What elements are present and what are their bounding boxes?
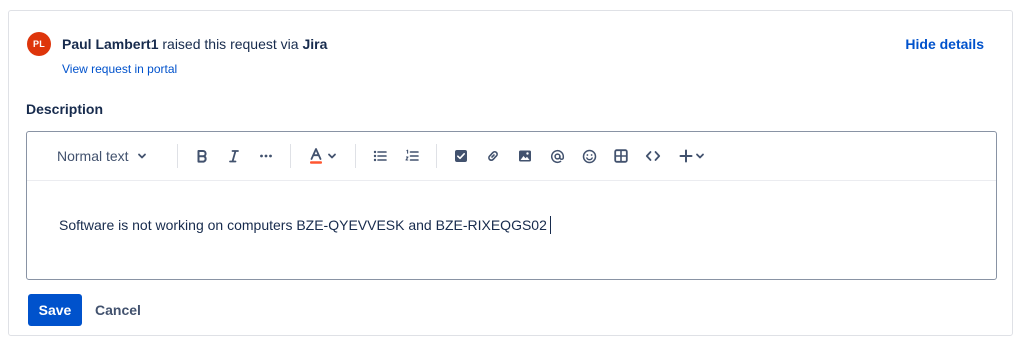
code-icon[interactable] — [641, 144, 665, 168]
channel-name: Jira — [302, 36, 328, 52]
raised-text: raised this request via — [158, 36, 303, 52]
description-label: Description — [26, 101, 104, 117]
chevron-down-icon — [327, 153, 336, 159]
editor-content[interactable]: Software is not working on computers BZE… — [59, 216, 551, 234]
text-cursor — [549, 216, 551, 234]
emoji-icon[interactable] — [577, 144, 601, 168]
table-icon[interactable] — [609, 144, 633, 168]
chevron-down-icon — [137, 153, 146, 159]
reporter-name[interactable]: Paul Lambert1 — [62, 36, 158, 52]
numbered-list-icon[interactable] — [400, 144, 424, 168]
insert-icon[interactable] — [675, 144, 709, 168]
chevron-down-icon — [696, 153, 704, 159]
bold-icon[interactable] — [190, 144, 214, 168]
italic-icon[interactable] — [222, 144, 246, 168]
toolbar-divider — [436, 144, 437, 168]
reporter-avatar[interactable]: PL — [27, 32, 51, 56]
text-style-label: Normal text — [57, 148, 129, 164]
request-details-card: PL Paul Lambert1 raised this request via… — [8, 10, 1013, 336]
link-icon[interactable] — [481, 144, 505, 168]
toolbar-divider — [290, 144, 291, 168]
view-in-portal-link[interactable]: View request in portal — [62, 62, 177, 76]
save-button[interactable]: Save — [28, 294, 82, 326]
mention-icon[interactable] — [545, 144, 569, 168]
text-style-dropdown[interactable]: Normal text — [49, 144, 159, 168]
description-editor[interactable]: Normal text Software is not working on c… — [26, 131, 997, 280]
toolbar-divider — [177, 144, 178, 168]
action-item-icon[interactable] — [449, 144, 473, 168]
bullet-list-icon[interactable] — [368, 144, 392, 168]
toolbar-divider — [355, 144, 356, 168]
text-color-icon[interactable] — [305, 144, 339, 168]
raised-by-line: Paul Lambert1 raised this request via Ji… — [62, 36, 327, 52]
description-text: Software is not working on computers BZE… — [59, 217, 547, 233]
editor-toolbar: Normal text — [27, 132, 996, 181]
hide-details-button[interactable]: Hide details — [905, 36, 984, 52]
more-formatting-icon[interactable] — [254, 144, 278, 168]
cancel-button[interactable]: Cancel — [89, 294, 147, 326]
image-icon[interactable] — [513, 144, 537, 168]
